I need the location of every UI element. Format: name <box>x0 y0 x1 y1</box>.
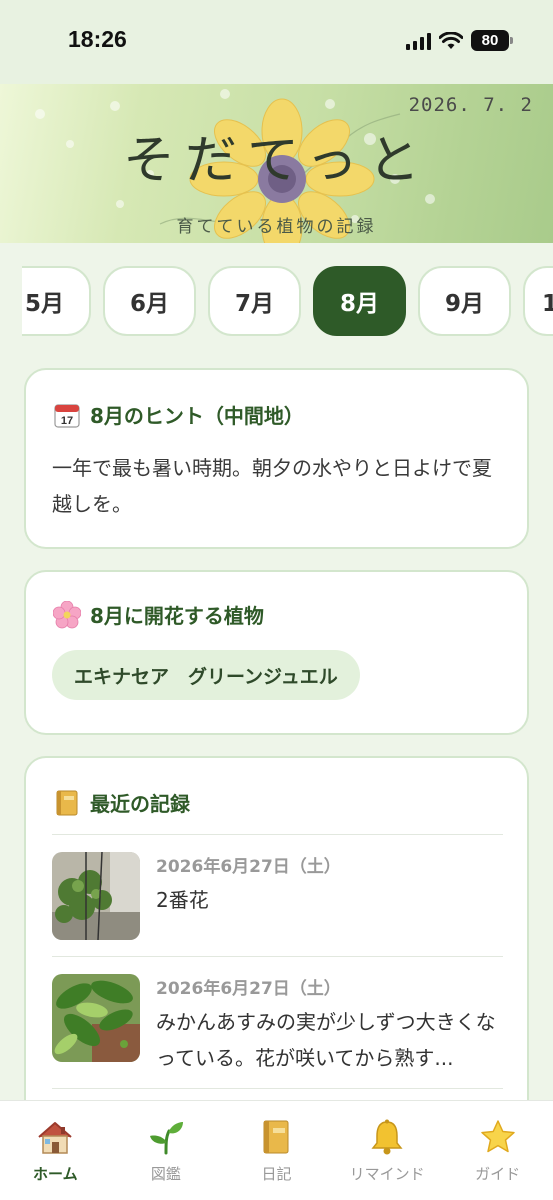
tab-encyclopedia[interactable]: 図鑑 <box>111 1101 222 1200</box>
hint-text: 一年で最も暑い時期。朝夕の水やりと日よけで夏越しを。 <box>52 456 492 516</box>
divider <box>52 1088 503 1089</box>
tab-remind[interactable]: リマインド <box>332 1101 443 1200</box>
record-date: 2026年6月27日（土） <box>156 979 341 999</box>
plant-chip[interactable]: エキナセア グリーンジュエル <box>52 650 360 700</box>
record-item[interactable]: 2026年6月27日（土） 2番花 <box>52 852 507 942</box>
month-tab-june[interactable]: 6月 <box>103 266 196 336</box>
record-photo <box>52 852 140 940</box>
month-tab-july[interactable]: 7月 <box>208 266 301 336</box>
tab-home[interactable]: ホーム <box>0 1101 111 1200</box>
hint-title-text: 8月のヒント（中間地） <box>90 404 304 428</box>
house-icon <box>36 1117 74 1157</box>
record-text: 2番花 <box>156 888 209 912</box>
hint-card: 17 8月のヒント（中間地） 一年で最も暑い時期。朝夕の水やりと日よけで夏越しを… <box>24 368 529 549</box>
records-card-title: 最近の記録 <box>52 788 190 817</box>
tab-label: リマインド <box>349 1165 425 1183</box>
bell-icon <box>368 1117 406 1157</box>
tab-guide[interactable]: ガイド <box>442 1101 553 1200</box>
signal-icon <box>406 32 431 50</box>
status-time: 18:26 <box>68 26 127 52</box>
wifi-icon <box>439 31 463 49</box>
divider <box>52 834 503 835</box>
month-tab-may[interactable]: 5月 <box>22 266 91 336</box>
records-title-text: 最近の記録 <box>90 792 190 816</box>
svg-text:17: 17 <box>61 415 73 427</box>
record-item[interactable]: 2026年6月27日（土） みかんあすみの実が少しずつ大きくなっている。花が咲い… <box>52 974 507 1084</box>
status-icons: 80 <box>406 30 513 51</box>
bloom-title-text: 8月に開花する植物 <box>90 604 264 628</box>
records-card: 最近の記録 2026年6月27日（土） 2番花 2026年6月27日（土） みか… <box>24 756 529 1156</box>
record-date: 2026年6月27日（土） <box>156 857 341 877</box>
seedling-icon <box>147 1117 185 1157</box>
app-title: そだてっと <box>123 131 430 191</box>
month-selector[interactable]: 5月 6月 7月 8月 9月 10月 <box>22 266 553 338</box>
calendar-icon: 17 <box>52 401 82 429</box>
hint-card-title: 17 8月のヒント（中間地） <box>52 400 304 429</box>
tab-label: ホーム <box>33 1165 78 1183</box>
tab-diary[interactable]: 日記 <box>221 1101 332 1200</box>
month-tab-september[interactable]: 9月 <box>418 266 511 336</box>
tab-label: 日記 <box>261 1165 292 1183</box>
tab-label: ガイド <box>475 1165 521 1183</box>
tab-label: 図鑑 <box>150 1165 181 1183</box>
status-bar: 18:26 80 <box>0 0 553 84</box>
header-date: 2026. 7. 2 <box>408 94 533 116</box>
header-banner: 2026. 7. 2 そだてっと 育てている植物の記録 <box>0 84 553 243</box>
notebook-icon <box>260 1117 292 1157</box>
month-tab-october[interactable]: 10月 <box>523 266 553 336</box>
divider <box>52 956 503 957</box>
record-text: みかんあすみの実が少しずつ大きくなっている。花が咲いてから熟す... <box>156 1010 496 1070</box>
star-icon <box>479 1117 517 1157</box>
app-subtitle: 育てている植物の記録 <box>176 217 377 237</box>
cherry-blossom-icon <box>52 600 82 629</box>
tab-bar: ホーム 図鑑 日記 リマインド ガイド <box>0 1100 553 1200</box>
bloom-card: 8月に開花する植物 エキナセア グリーンジュエル <box>24 570 529 735</box>
record-photo <box>52 974 140 1062</box>
notebook-icon <box>52 789 82 817</box>
bloom-card-title: 8月に開花する植物 <box>52 600 264 629</box>
month-tab-august[interactable]: 8月 <box>313 266 406 336</box>
battery-indicator: 80 <box>471 30 513 51</box>
